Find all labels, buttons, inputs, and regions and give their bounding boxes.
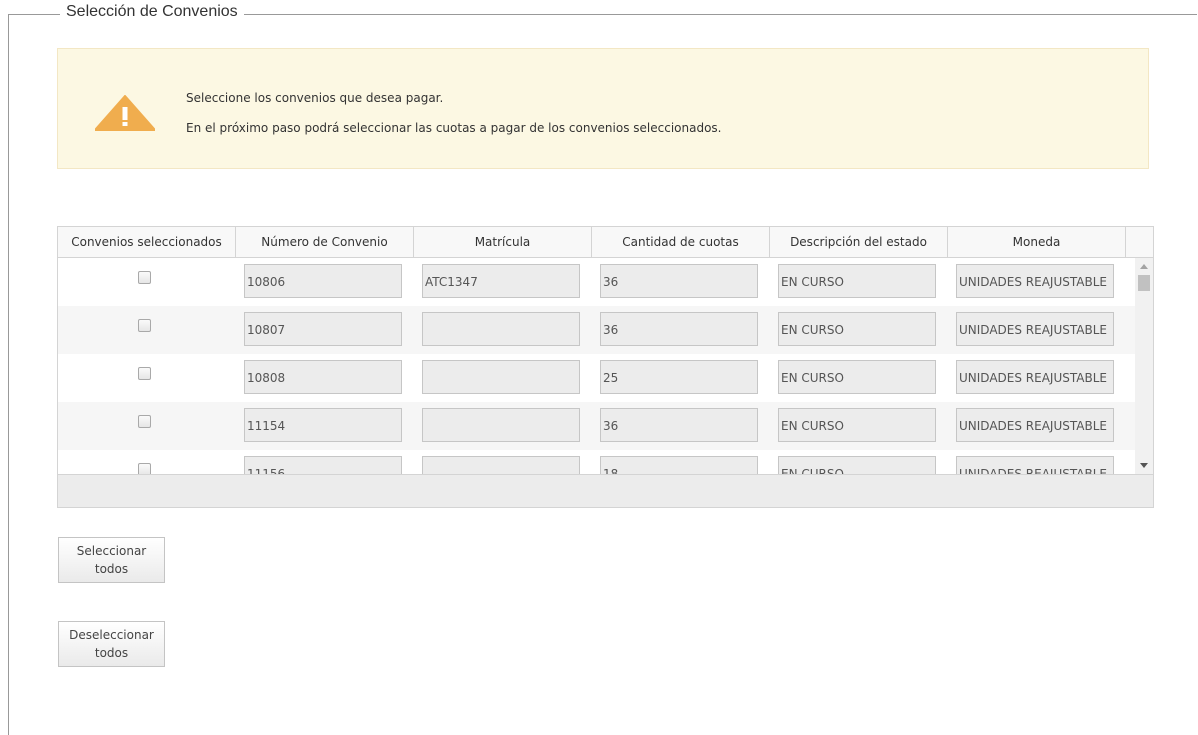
moneda-field[interactable]: UNIDADES REAJUSTABLE	[956, 456, 1114, 474]
row-select-checkbox[interactable]	[138, 415, 151, 428]
numero-convenio-field[interactable]: 11156	[244, 456, 402, 474]
vertical-scrollbar[interactable]	[1135, 258, 1153, 474]
cantidad-cuotas-field[interactable]: 36	[600, 312, 758, 346]
moneda-field[interactable]: UNIDADES REAJUSTABLE	[956, 312, 1114, 346]
row-select-checkbox[interactable]	[138, 463, 151, 474]
moneda-field[interactable]: UNIDADES REAJUSTABLE	[956, 408, 1114, 442]
table-row: 10808 25 EN CURSO UNIDADES REAJUSTABLE	[58, 354, 1136, 402]
numero-convenio-field[interactable]: 11154	[244, 408, 402, 442]
grid-header: Convenios seleccionados Número de Conven…	[58, 227, 1153, 258]
row-select-checkbox[interactable]	[138, 367, 151, 380]
numero-convenio-field[interactable]: 10807	[244, 312, 402, 346]
matricula-field[interactable]: ATC1347	[422, 264, 580, 298]
cantidad-cuotas-field[interactable]: 25	[600, 360, 758, 394]
warning-alert: Seleccione los convenios que desea pagar…	[57, 48, 1149, 169]
estado-field[interactable]: EN CURSO	[778, 312, 936, 346]
scroll-down-arrow-icon[interactable]	[1140, 463, 1148, 468]
cantidad-cuotas-field[interactable]: 36	[600, 264, 758, 298]
cantidad-cuotas-field[interactable]: 36	[600, 408, 758, 442]
estado-field[interactable]: EN CURSO	[778, 456, 936, 474]
header-matricula[interactable]: Matrícula	[414, 227, 592, 257]
row-select-checkbox[interactable]	[138, 319, 151, 332]
moneda-field[interactable]: UNIDADES REAJUSTABLE	[956, 264, 1114, 298]
scroll-up-arrow-icon[interactable]	[1140, 264, 1148, 269]
convenios-grid: Convenios seleccionados Número de Conven…	[57, 226, 1154, 508]
header-convenios-seleccionados[interactable]: Convenios seleccionados	[58, 227, 236, 257]
matricula-field[interactable]	[422, 312, 580, 346]
estado-field[interactable]: EN CURSO	[778, 360, 936, 394]
estado-field[interactable]: EN CURSO	[778, 408, 936, 442]
scroll-thumb[interactable]	[1138, 275, 1150, 291]
table-row: 10807 36 EN CURSO UNIDADES REAJUSTABLE	[58, 306, 1136, 354]
table-row: 10806 ATC1347 36 EN CURSO UNIDADES REAJU…	[58, 258, 1136, 306]
table-row: 11156 18 EN CURSO UNIDADES REAJUSTABLE	[58, 450, 1136, 474]
table-row: 11154 36 EN CURSO UNIDADES REAJUSTABLE	[58, 402, 1136, 450]
matricula-field[interactable]	[422, 408, 580, 442]
select-all-button[interactable]: Seleccionar todos	[58, 537, 165, 583]
header-scroll-spacer	[1126, 227, 1153, 257]
header-numero-convenio[interactable]: Número de Convenio	[236, 227, 414, 257]
moneda-field[interactable]: UNIDADES REAJUSTABLE	[956, 360, 1114, 394]
deselect-all-button[interactable]: Deseleccionar todos	[58, 621, 165, 667]
row-select-checkbox[interactable]	[138, 271, 151, 284]
grid-body: 10806 ATC1347 36 EN CURSO UNIDADES REAJU…	[58, 258, 1136, 474]
cantidad-cuotas-field[interactable]: 18	[600, 456, 758, 474]
header-cantidad-cuotas[interactable]: Cantidad de cuotas	[592, 227, 770, 257]
numero-convenio-field[interactable]: 10806	[244, 264, 402, 298]
header-descripcion-estado[interactable]: Descripción del estado	[770, 227, 948, 257]
alert-line-1: Seleccione los convenios que desea pagar…	[186, 91, 444, 105]
matricula-field[interactable]	[422, 456, 580, 474]
estado-field[interactable]: EN CURSO	[778, 264, 936, 298]
numero-convenio-field[interactable]: 10808	[244, 360, 402, 394]
alert-line-2: En el próximo paso podrá seleccionar las…	[186, 121, 722, 135]
matricula-field[interactable]	[422, 360, 580, 394]
header-moneda[interactable]: Moneda	[948, 227, 1126, 257]
warning-icon	[95, 95, 155, 131]
grid-footer	[58, 474, 1153, 507]
section-legend: Selección de Convenios	[60, 3, 244, 21]
